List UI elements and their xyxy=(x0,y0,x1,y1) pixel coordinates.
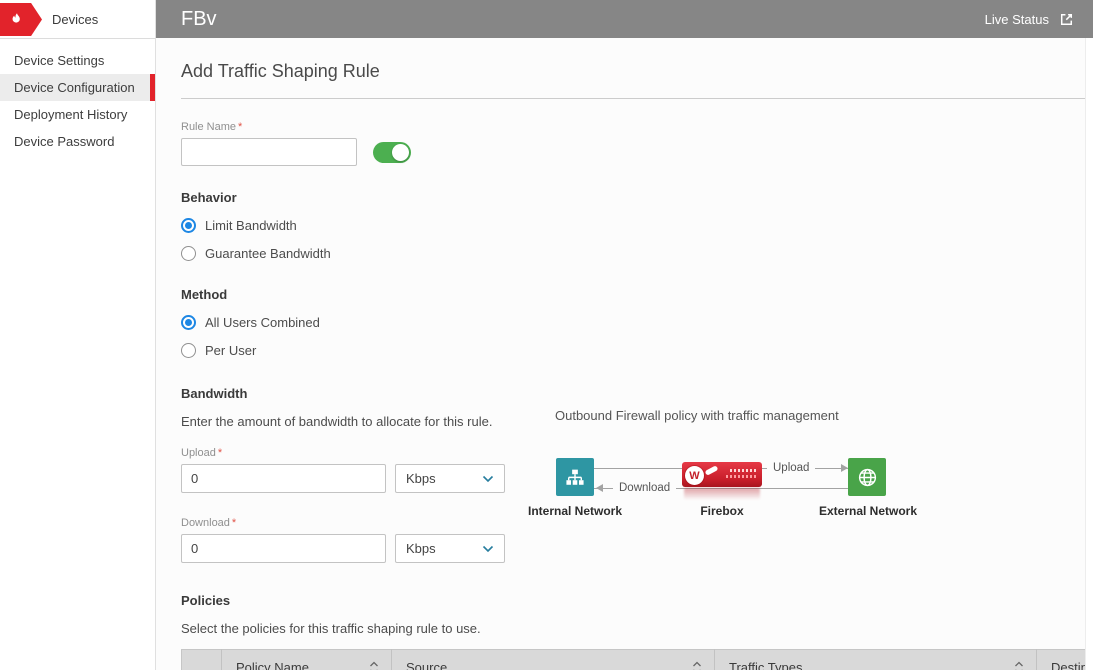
page-title: Add Traffic Shaping Rule xyxy=(181,38,1085,99)
select-all-column-header xyxy=(182,650,222,670)
download-flow-label: Download xyxy=(613,481,676,495)
rule-name-input[interactable] xyxy=(181,138,357,166)
behavior-option-limit-bandwidth[interactable]: Limit Bandwidth xyxy=(181,218,297,233)
sidebar-item-device-settings[interactable]: Device Settings xyxy=(0,47,155,74)
radio-label: Guarantee Bandwidth xyxy=(205,246,331,261)
radio-unselected-icon[interactable] xyxy=(181,343,196,358)
radio-unselected-icon[interactable] xyxy=(181,246,196,261)
toggle-knob xyxy=(392,144,409,161)
method-heading: Method xyxy=(181,287,1093,302)
column-label: Policy Name xyxy=(236,660,309,670)
behavior-option-guarantee-bandwidth[interactable]: Guarantee Bandwidth xyxy=(181,246,331,261)
column-header-source[interactable]: Source xyxy=(392,650,715,670)
rule-name-field: Rule Name* xyxy=(181,121,1093,166)
sidebar: Devices Device Settings Device Configura… xyxy=(0,0,156,670)
radio-label: Per User xyxy=(205,343,256,358)
network-tree-icon xyxy=(565,468,585,487)
sidebar-nav: Device Settings Device Configuration Dep… xyxy=(0,39,155,155)
upload-flow-label: Upload xyxy=(767,461,815,475)
policies-table-wrap: Policy Name Source Tra xyxy=(181,649,1093,670)
column-label: Source xyxy=(406,660,447,670)
radio-selected-icon[interactable] xyxy=(181,315,196,330)
upload-label-text: Upload xyxy=(181,447,216,459)
sidebar-brand-label: Devices xyxy=(52,12,98,27)
method-option-per-user[interactable]: Per User xyxy=(181,343,256,358)
column-label: Traffic Types xyxy=(729,660,802,670)
required-asterisk: * xyxy=(238,121,242,133)
internal-network-node xyxy=(556,458,594,496)
external-link-icon xyxy=(1058,11,1075,28)
upload-unit-select[interactable]: Kbps xyxy=(395,464,505,493)
firebox-appliance: W xyxy=(682,452,762,506)
table-header-row: Policy Name Source Tra xyxy=(182,650,1093,670)
sort-icon[interactable] xyxy=(369,661,379,670)
upload-bandwidth-input[interactable] xyxy=(181,464,386,493)
download-unit-select[interactable]: Kbps xyxy=(395,534,505,563)
watchguard-logo: W xyxy=(685,466,704,485)
radio-selected-icon[interactable] xyxy=(181,218,196,233)
required-asterisk: * xyxy=(218,447,222,459)
method-option-all-users-combined[interactable]: All Users Combined xyxy=(181,315,320,330)
external-network-node xyxy=(848,458,886,496)
diagram-caption: Outbound Firewall policy with traffic ma… xyxy=(555,408,839,423)
internal-network-label: Internal Network xyxy=(520,504,630,518)
policies-table: Policy Name Source Tra xyxy=(181,649,1093,670)
behavior-heading: Behavior xyxy=(181,190,1093,205)
sort-icon[interactable] xyxy=(692,661,702,670)
scrollbar-track[interactable] xyxy=(1085,38,1093,670)
bandwidth-heading: Bandwidth xyxy=(181,386,1093,401)
column-header-policy-name[interactable]: Policy Name xyxy=(222,650,392,670)
content: Add Traffic Shaping Rule Rule Name* Beha… xyxy=(156,38,1093,670)
required-asterisk: * xyxy=(232,517,236,529)
firebox-ports xyxy=(726,475,756,478)
flame-icon xyxy=(9,12,24,27)
policies-heading: Policies xyxy=(181,593,1093,608)
sort-icon[interactable] xyxy=(1014,661,1024,670)
external-network-label: External Network xyxy=(813,504,923,518)
sidebar-brand: Devices xyxy=(0,0,155,39)
app-root: Devices Device Settings Device Configura… xyxy=(0,0,1093,670)
column-header-traffic-types[interactable]: Traffic Types xyxy=(715,650,1037,670)
rule-enabled-toggle[interactable] xyxy=(373,142,411,163)
sidebar-item-deployment-history[interactable]: Deployment History xyxy=(0,101,155,128)
live-status-link[interactable]: Live Status xyxy=(985,11,1075,28)
upload-unit-value: Kbps xyxy=(406,471,436,486)
topbar: FBv Live Status xyxy=(156,0,1093,38)
download-label-text: Download xyxy=(181,517,230,529)
download-bandwidth-input[interactable] xyxy=(181,534,386,563)
policies-description: Select the policies for this traffic sha… xyxy=(181,621,1093,636)
sidebar-item-device-password[interactable]: Device Password xyxy=(0,128,155,155)
firebox-reflection xyxy=(684,488,760,500)
traffic-diagram: Outbound Firewall policy with traffic ma… xyxy=(555,408,940,538)
sidebar-item-device-configuration[interactable]: Device Configuration xyxy=(0,74,155,101)
radio-label: All Users Combined xyxy=(205,315,320,330)
radio-label: Limit Bandwidth xyxy=(205,218,297,233)
devices-pennant xyxy=(0,3,42,36)
rule-name-label: Rule Name* xyxy=(181,121,1093,133)
firebox-leds xyxy=(730,469,756,472)
download-unit-value: Kbps xyxy=(406,541,436,556)
arrow-left-icon xyxy=(596,484,603,492)
device-title: FBv xyxy=(181,8,985,31)
arrow-right-icon xyxy=(841,464,848,472)
globe-icon xyxy=(857,467,878,488)
rule-name-label-text: Rule Name xyxy=(181,121,236,133)
firebox-label: Firebox xyxy=(667,504,777,518)
live-status-label: Live Status xyxy=(985,12,1049,27)
chevron-down-icon xyxy=(482,475,494,483)
chevron-down-icon xyxy=(482,545,494,553)
